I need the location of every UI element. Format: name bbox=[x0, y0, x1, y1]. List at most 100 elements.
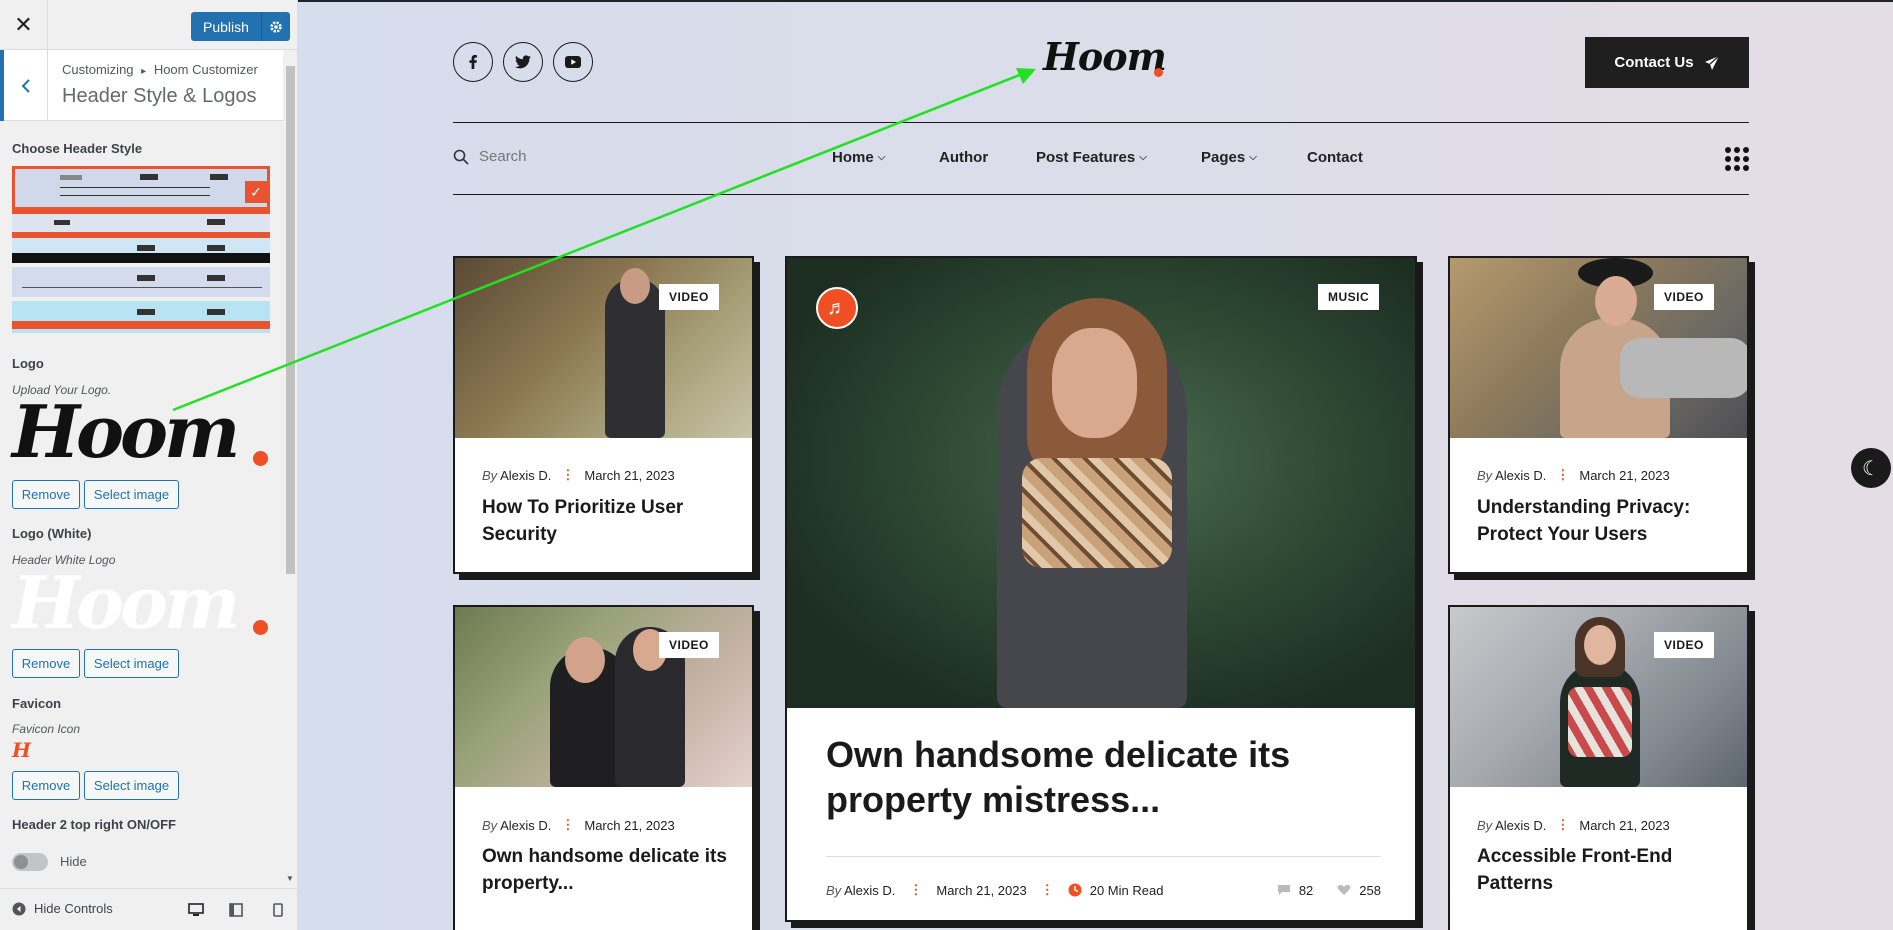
search-input[interactable]: Search bbox=[453, 148, 527, 165]
header2-toggle[interactable] bbox=[12, 853, 48, 871]
post-tag[interactable]: VIDEO bbox=[659, 632, 719, 658]
publish-button[interactable]: Publish bbox=[191, 12, 261, 41]
logo-white-remove-button[interactable]: Remove bbox=[12, 649, 80, 678]
nav-pages[interactable]: Pages ⌵ bbox=[1201, 149, 1257, 166]
post-author[interactable]: Alexis D. bbox=[844, 883, 895, 898]
post-title[interactable]: How To Prioritize User Security bbox=[482, 494, 732, 548]
post-author[interactable]: Alexis D. bbox=[500, 818, 551, 833]
back-button[interactable] bbox=[0, 50, 48, 121]
post-meta: By Alexis D. ⋮ March 21, 2023 bbox=[1477, 467, 1670, 483]
post-author[interactable]: Alexis D. bbox=[1495, 468, 1546, 483]
section-header: Customizing ▸ Hoom Customizer Header Sty… bbox=[0, 50, 283, 121]
site-logo[interactable]: Hoom bbox=[1043, 34, 1167, 79]
logo-preview: Hoom bbox=[12, 389, 240, 474]
post-date: March 21, 2023 bbox=[936, 882, 1027, 898]
nav-divider-top bbox=[453, 122, 1749, 123]
chevron-down-icon: ⌵ bbox=[1139, 152, 1147, 163]
twitter-icon[interactable] bbox=[503, 42, 543, 82]
header-style-option-2[interactable] bbox=[12, 214, 270, 232]
tablet-preview-icon[interactable] bbox=[226, 900, 246, 920]
post-date: March 21, 2023 bbox=[584, 467, 675, 483]
chevron-left-icon bbox=[21, 78, 30, 93]
post-title[interactable]: Accessible Front-End Patterns bbox=[1477, 843, 1727, 897]
header-style-option-1[interactable]: ✓ bbox=[12, 166, 270, 210]
featured-divider bbox=[826, 856, 1381, 857]
sidebar-scrollbar-thumb[interactable] bbox=[286, 66, 295, 574]
music-note-icon: ♬ bbox=[816, 287, 858, 329]
favicon-remove-button[interactable]: Remove bbox=[12, 771, 80, 800]
preview-top-border bbox=[298, 0, 1893, 2]
chevron-down-icon: ⌵ bbox=[877, 152, 886, 163]
header2-toggle-label: Header 2 top right ON/OFF bbox=[12, 817, 176, 832]
logo-label: Logo bbox=[12, 356, 44, 371]
post-author[interactable]: Alexis D. bbox=[1495, 818, 1546, 833]
post-card[interactable]: VIDEO By Alexis D. ⋮ March 21, 2023 Own … bbox=[453, 605, 754, 930]
publish-settings-gear-icon[interactable] bbox=[260, 12, 290, 41]
post-tag[interactable]: VIDEO bbox=[659, 284, 719, 310]
post-tag[interactable]: MUSIC bbox=[1318, 284, 1380, 310]
nav-divider-bottom bbox=[453, 194, 1749, 195]
nav-author[interactable]: Author bbox=[939, 149, 988, 166]
youtube-icon[interactable] bbox=[553, 42, 593, 82]
selected-check-icon: ✓ bbox=[245, 181, 267, 203]
comment-icon bbox=[1277, 885, 1290, 895]
logo-dot bbox=[253, 451, 268, 466]
post-date: March 21, 2023 bbox=[1579, 817, 1670, 833]
post-tag[interactable]: VIDEO bbox=[1654, 632, 1714, 658]
search-icon bbox=[453, 149, 469, 165]
nav-contact[interactable]: Contact bbox=[1307, 149, 1363, 166]
header-style-strip-dark bbox=[12, 253, 270, 263]
scroll-down-arrow-icon[interactable]: ▼ bbox=[286, 874, 294, 883]
mobile-preview-icon[interactable] bbox=[268, 900, 288, 920]
favicon-description: Favicon Icon bbox=[12, 722, 81, 736]
header-style-option-4[interactable] bbox=[12, 267, 270, 297]
post-author[interactable]: Alexis D. bbox=[500, 468, 551, 483]
like-count[interactable]: 258 bbox=[1359, 883, 1381, 898]
collapse-icon bbox=[12, 902, 26, 915]
search-placeholder: Search bbox=[479, 148, 527, 165]
post-card[interactable]: VIDEO By Alexis D. ⋮ March 21, 2023 Unde… bbox=[1448, 256, 1749, 574]
close-customizer-button[interactable]: ✕ bbox=[0, 0, 48, 50]
toggle-state-label: Hide bbox=[60, 854, 87, 869]
post-meta: By Alexis D. ⋮ March 21, 2023 bbox=[482, 817, 675, 833]
favicon-select-image-button[interactable]: Select image bbox=[84, 771, 179, 800]
comment-count[interactable]: 82 bbox=[1299, 883, 1313, 898]
hide-controls-button[interactable]: Hide Controls bbox=[12, 901, 113, 916]
post-title[interactable]: Understanding Privacy: Protect Your User… bbox=[1477, 494, 1727, 548]
publish-group: Publish bbox=[191, 12, 290, 41]
logo-select-image-button[interactable]: Select image bbox=[84, 480, 179, 509]
post-date: March 21, 2023 bbox=[584, 817, 675, 833]
desktop-preview-icon[interactable] bbox=[186, 900, 206, 920]
post-date: March 21, 2023 bbox=[1579, 467, 1670, 483]
dark-mode-moon-icon[interactable]: ☾ bbox=[1851, 448, 1891, 488]
favicon-preview: H bbox=[12, 738, 31, 762]
logo-white-select-image-button[interactable]: Select image bbox=[84, 649, 179, 678]
customizer-sidebar: ✕ Publish Customizing ▸ Hoom Customizer … bbox=[0, 0, 298, 930]
customizer-footer: Hide Controls bbox=[0, 888, 297, 930]
contact-us-button[interactable]: Contact Us bbox=[1585, 37, 1749, 88]
post-title[interactable]: Own handsome delicate its property... bbox=[482, 843, 732, 897]
header-style-label: Choose Header Style bbox=[12, 141, 143, 156]
read-time: 20 Min Read bbox=[1089, 882, 1164, 898]
logo-white-preview: Hoom bbox=[12, 560, 240, 645]
post-card[interactable]: VIDEO By Alexis D. ⋮ March 21, 2023 How … bbox=[453, 256, 754, 574]
breadcrumb: Customizing ▸ Hoom Customizer bbox=[62, 62, 258, 77]
nav-post-features[interactable]: Post Features ⌵ bbox=[1036, 149, 1147, 166]
featured-post-card[interactable]: ♬ MUSIC Own handsome delicate its proper… bbox=[785, 256, 1417, 922]
send-icon bbox=[1704, 55, 1719, 70]
facebook-icon[interactable] bbox=[453, 42, 493, 82]
featured-post-thumbnail[interactable] bbox=[787, 258, 1415, 708]
featured-post-title[interactable]: Own handsome delicate its property mistr… bbox=[826, 732, 1386, 822]
clock-icon bbox=[1068, 883, 1082, 897]
site-logo-dot bbox=[1154, 68, 1163, 77]
header-style-option-5[interactable] bbox=[12, 301, 270, 333]
chevron-down-icon: ⌵ bbox=[1249, 152, 1257, 163]
featured-post-meta: By Alexis D. ⋮ March 21, 2023 ⋮ 20 Min R… bbox=[826, 882, 1381, 898]
post-tag[interactable]: VIDEO bbox=[1654, 284, 1714, 310]
post-card[interactable]: VIDEO By Alexis D. ⋮ March 21, 2023 Acce… bbox=[1448, 605, 1749, 930]
grid-menu-icon[interactable] bbox=[1725, 147, 1749, 171]
logo-remove-button[interactable]: Remove bbox=[12, 480, 80, 509]
heart-icon bbox=[1337, 885, 1351, 895]
nav-home[interactable]: Home ⌵ bbox=[832, 149, 885, 166]
post-meta: By Alexis D. ⋮ March 21, 2023 bbox=[1477, 817, 1670, 833]
